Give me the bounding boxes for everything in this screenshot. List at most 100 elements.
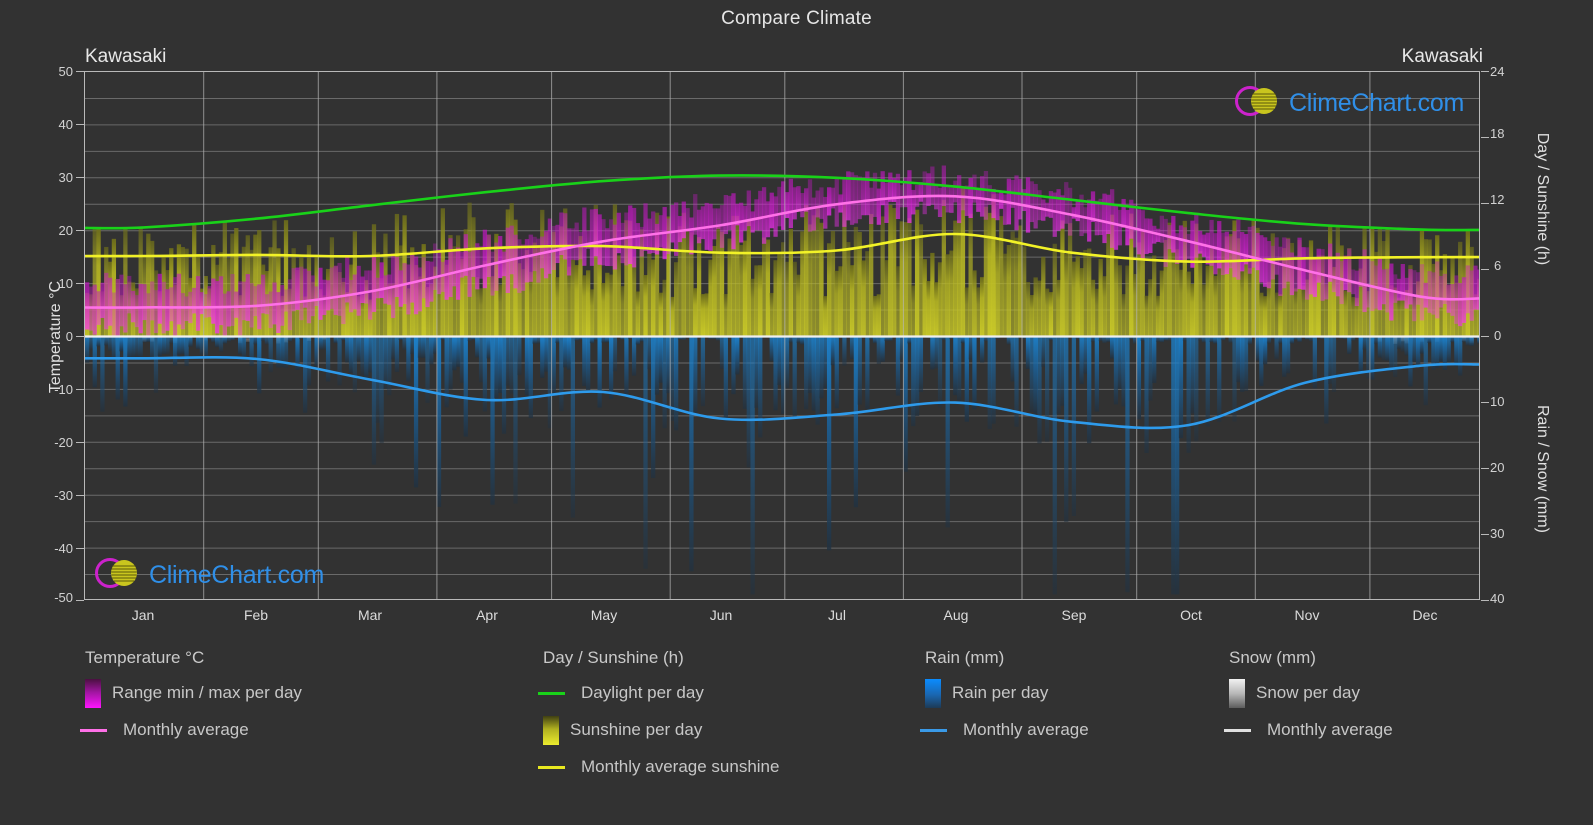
month-label-may: May: [590, 607, 618, 623]
axis-tick-n30: -30: [54, 488, 73, 503]
legend-item-daylight[interactable]: Daylight per day: [537, 682, 903, 704]
tick-mark: [1481, 137, 1489, 138]
tick-mark: [1481, 71, 1489, 72]
axis-tick-n50: -50: [54, 590, 73, 605]
chart-legend: Temperature °C Range min / max per day M…: [0, 648, 1593, 825]
daylight-swatch: [537, 691, 565, 695]
tick-mark: [76, 442, 84, 443]
axis-tick-6: 6: [1494, 258, 1502, 273]
tick-mark: [1481, 336, 1489, 337]
legend-item-temp-range[interactable]: Range min / max per day: [85, 678, 525, 708]
axis-tick-30: 30: [58, 170, 73, 185]
legend-item-rain[interactable]: Rain per day: [925, 678, 1205, 708]
tick-mark: [76, 389, 84, 390]
month-label-mar: Mar: [357, 607, 383, 623]
tick-mark: [1481, 534, 1489, 535]
axis-tick-n40: -40: [54, 541, 73, 556]
legend-heading-temperature: Temperature °C: [85, 648, 205, 667]
legend-heading-snow: Snow (mm): [1229, 648, 1316, 667]
month-label-nov: Nov: [1294, 607, 1320, 623]
month-label-dec: Dec: [1412, 607, 1438, 623]
swatch-wrap: [537, 765, 565, 769]
axis-tick-rain-20: 20: [1490, 460, 1505, 475]
legend-item-snow[interactable]: Snow per day: [1229, 678, 1589, 708]
tick-mark: [76, 548, 84, 549]
right-axis-title-top: Day / Sunshine (h): [1534, 132, 1551, 266]
tick-mark: [1481, 402, 1489, 403]
legend-heading-day-sunshine: Day / Sunshine (h): [543, 648, 684, 667]
axis-tick-rain-10: 10: [1490, 394, 1505, 409]
tick-mark: [1481, 468, 1489, 469]
tick-mark: [1481, 600, 1489, 601]
legend-item-temp-average[interactable]: Monthly average: [79, 719, 525, 741]
rain-average-swatch: [919, 728, 947, 732]
sunshine-average-swatch: [537, 765, 565, 769]
axis-tick-18: 18: [1490, 126, 1505, 141]
month-label-feb: Feb: [243, 607, 269, 623]
legend-group-rain: Rain (mm) Rain per day Monthly average: [919, 648, 1205, 756]
tick-mark: [76, 600, 84, 601]
watermark-text: ClimeChart.com: [1289, 89, 1464, 117]
legend-label: Rain per day: [952, 683, 1049, 702]
climate-chart-page: Compare Climate Kawasaki Kawasaki ClimeC…: [0, 0, 1593, 825]
month-label-jun: Jun: [709, 607, 733, 623]
right-axis-title-bottom: Rain / Snow (mm): [1534, 404, 1551, 534]
legend-label: Range min / max per day: [112, 683, 302, 702]
legend-group-day-sunshine: Day / Sunshine (h) Daylight per day Suns…: [537, 648, 903, 793]
watermark-bottom: ClimeChart.com: [93, 553, 324, 598]
tick-mark: [76, 71, 84, 72]
legend-label: Monthly average: [963, 720, 1089, 739]
tick-mark: [76, 124, 84, 125]
axis-tick-rain-40: 40: [1490, 591, 1505, 606]
month-label-apr: Apr: [476, 607, 498, 623]
legend-label: Daylight per day: [581, 683, 704, 702]
legend-item-sunshine-average[interactable]: Monthly average sunshine: [537, 756, 903, 778]
month-label-oct: Oct: [1180, 607, 1202, 623]
watermark-top: ClimeChart.com: [1233, 81, 1464, 126]
axis-tick-0: 0: [1494, 328, 1502, 343]
tick-mark: [76, 495, 84, 496]
axis-tick-n20: -20: [54, 435, 73, 450]
tick-mark: [76, 283, 84, 284]
axis-tick-50: 50: [58, 64, 73, 79]
axis-tick-20: 20: [58, 223, 73, 238]
month-label-jan: Jan: [131, 607, 155, 623]
legend-label: Monthly average: [1267, 720, 1393, 739]
month-label-sep: Sep: [1061, 607, 1087, 623]
tick-mark: [1481, 269, 1489, 270]
snow-average-swatch: [1223, 728, 1251, 732]
location-label-left: Kawasaki: [85, 46, 167, 67]
temp-range-swatch: [85, 678, 101, 708]
watermark-text: ClimeChart.com: [149, 561, 324, 589]
location-label-right: Kawasaki: [1401, 46, 1483, 67]
chart-plot-area: ClimeChart.com ClimeChart.com: [84, 71, 1480, 600]
legend-group-temperature: Temperature °C Range min / max per day M…: [79, 648, 525, 756]
legend-item-snow-average[interactable]: Monthly average: [1223, 719, 1589, 741]
swatch-wrap: [1223, 728, 1251, 732]
axis-tick-40: 40: [58, 117, 73, 132]
tick-mark: [76, 230, 84, 231]
tick-mark: [76, 177, 84, 178]
climechart-logo-icon: [93, 553, 145, 598]
legend-item-rain-average[interactable]: Monthly average: [919, 719, 1205, 741]
swatch-wrap: [79, 728, 107, 732]
tick-mark: [76, 336, 84, 337]
left-axis-title: Temperature °C: [47, 280, 64, 394]
temp-average-swatch: [79, 728, 107, 732]
legend-heading-rain: Rain (mm): [925, 648, 1005, 667]
legend-item-sunshine[interactable]: Sunshine per day: [543, 715, 903, 745]
rain-swatch: [925, 678, 941, 708]
sunshine-swatch: [543, 715, 559, 745]
climechart-logo-icon: [1233, 81, 1285, 126]
legend-label: Monthly average sunshine: [581, 757, 780, 776]
legend-group-snow: Snow (mm) Snow per day Monthly average: [1223, 648, 1589, 756]
page-title: Compare Climate: [721, 8, 872, 29]
axis-tick-24: 24: [1490, 64, 1505, 79]
axis-tick-12: 12: [1490, 192, 1505, 207]
legend-label: Snow per day: [1256, 683, 1360, 702]
axis-tick-rain-30: 30: [1490, 526, 1505, 541]
legend-label: Sunshine per day: [570, 720, 703, 739]
chart-svg: [85, 72, 1479, 599]
swatch-wrap: [919, 728, 947, 732]
month-label-aug: Aug: [943, 607, 969, 623]
